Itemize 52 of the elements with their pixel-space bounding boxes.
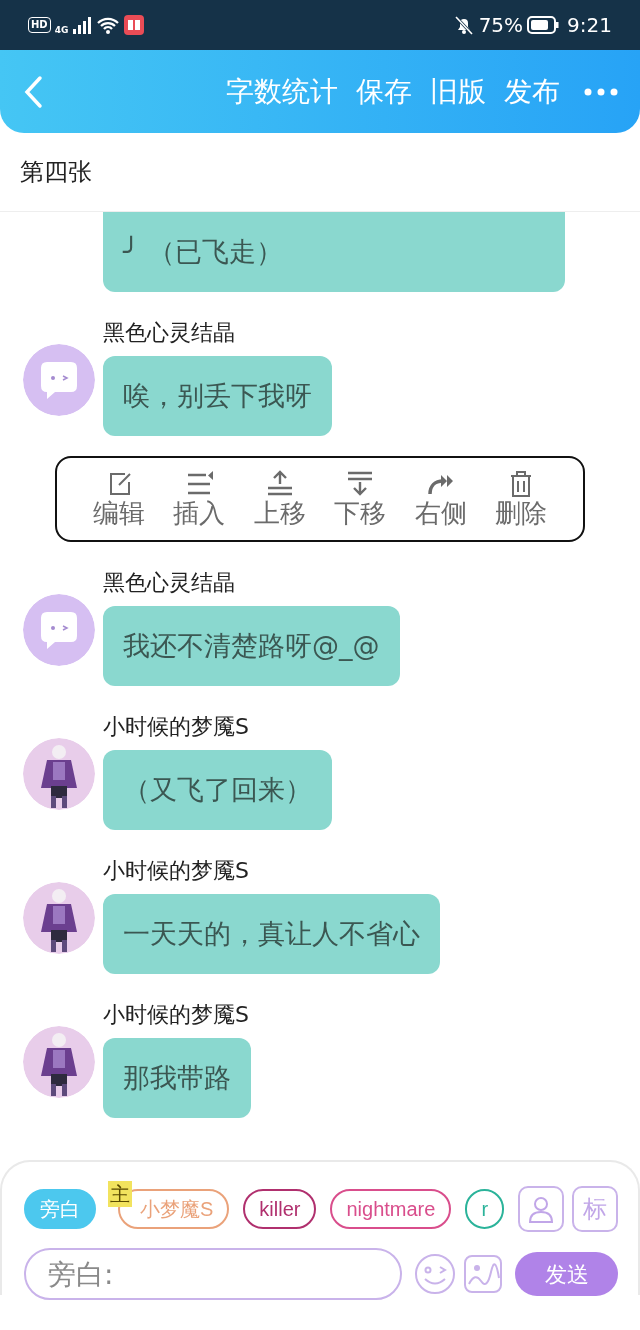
role-tag[interactable]: nightmare bbox=[330, 1189, 452, 1229]
sender-name: 黑色心灵结晶 bbox=[103, 320, 235, 345]
back-icon[interactable] bbox=[22, 74, 44, 109]
character-avatar bbox=[23, 882, 95, 954]
message-bubble: 唉，别丢下我呀 bbox=[103, 356, 332, 436]
character-button[interactable] bbox=[518, 1186, 564, 1232]
battery-percent: 75% bbox=[478, 12, 524, 39]
sender-name: 小时候的梦魇S bbox=[103, 1002, 249, 1027]
role-tag[interactable]: 旁白 bbox=[24, 1189, 96, 1229]
scene-title: 第四张 bbox=[20, 157, 92, 188]
main-role-badge: 主 bbox=[108, 1181, 132, 1207]
action-button[interactable]: 下移 bbox=[334, 470, 387, 528]
more-icon[interactable] bbox=[584, 87, 618, 96]
sender-name: 黑色心灵结晶 bbox=[103, 570, 235, 595]
chat-bubble-avatar bbox=[23, 344, 95, 416]
person-icon bbox=[526, 1194, 556, 1224]
network-label: 4G bbox=[54, 24, 69, 38]
action-button[interactable]: 删除 bbox=[494, 470, 547, 528]
send-button[interactable]: 发送 bbox=[515, 1252, 618, 1296]
character-avatar bbox=[23, 738, 95, 810]
clock: 9:21 bbox=[567, 12, 612, 39]
signal-icon bbox=[72, 16, 93, 34]
header-action[interactable]: 字数统计 bbox=[226, 70, 338, 113]
sender-name: 小时候的梦魇S bbox=[103, 714, 249, 739]
message-bubble: （又飞了回来） bbox=[103, 750, 332, 830]
wifi-icon bbox=[96, 15, 121, 35]
message-bubble: 那我带路 bbox=[103, 1038, 251, 1118]
header-action[interactable]: 保存 bbox=[356, 70, 412, 113]
tag-button[interactable]: 标 bbox=[572, 1186, 618, 1232]
sender-name: 小时候的梦魇S bbox=[103, 858, 249, 883]
message-bubble: ╯ （已飞走） bbox=[103, 212, 565, 292]
message-bubble: 一天天的，真让人不省心 bbox=[103, 894, 440, 974]
muted-bell-icon bbox=[452, 14, 475, 36]
action-button[interactable]: 插入 bbox=[173, 470, 226, 528]
chat-bubble-avatar bbox=[23, 594, 95, 666]
move-down-icon bbox=[346, 470, 375, 498]
message-bubble: 我还不清楚路呀@_@ bbox=[103, 606, 400, 686]
action-button[interactable]: 编辑 bbox=[93, 470, 145, 528]
header-action[interactable]: 发布 bbox=[504, 70, 560, 113]
message-input[interactable]: 旁白: bbox=[24, 1248, 402, 1300]
character-avatar bbox=[23, 1026, 95, 1098]
hd-indicator: HD bbox=[28, 17, 51, 33]
move-up-icon bbox=[265, 470, 294, 498]
book-icon bbox=[124, 15, 145, 35]
emoji-icon[interactable] bbox=[414, 1253, 456, 1295]
action-button[interactable]: 右侧 bbox=[414, 470, 467, 528]
role-tag[interactable]: killer bbox=[243, 1189, 317, 1229]
battery-icon bbox=[527, 16, 560, 34]
action-button[interactable]: 上移 bbox=[253, 470, 306, 528]
role-tag[interactable]: r bbox=[465, 1189, 505, 1229]
header-action[interactable]: 旧版 bbox=[430, 70, 486, 113]
image-icon[interactable] bbox=[464, 1255, 502, 1293]
